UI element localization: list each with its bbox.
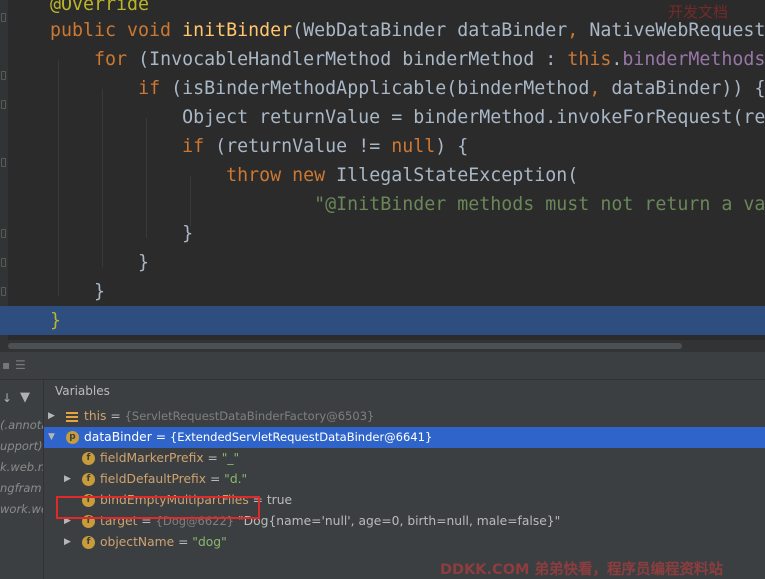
code-line[interactable]: if (returnValue != null) { — [0, 132, 765, 161]
code-line[interactable]: throw new IllegalStateException( — [0, 161, 765, 190]
highlight-annotation-box — [56, 496, 260, 519]
frame-item[interactable]: ngfram — [0, 481, 42, 495]
collapse-arrow-icon[interactable]: ▼ — [48, 427, 55, 448]
object-list-icon — [66, 410, 78, 423]
dropdown-icon[interactable]: ↓ — [2, 391, 12, 405]
code-line[interactable]: } — [0, 248, 765, 277]
variable-row[interactable]: ▶ f objectName = "dog" — [44, 532, 765, 553]
variable-name: dataBinder — [84, 430, 152, 444]
code-token: initBinder — [182, 20, 293, 41]
variable-type: {ExtendedServletRequestDataBinder@6641} — [169, 430, 433, 444]
variable-value: "Dog{name='null', age=0, birth=null, mal… — [234, 514, 561, 528]
code-line[interactable]: public void initBinder(WebDataBinder dat… — [0, 16, 765, 45]
variables-panel[interactable]: Variables ▶ this = {ServletRequestDataBin… — [44, 380, 765, 579]
variable-name: fieldDefaultPrefix — [100, 472, 207, 486]
stop-icon[interactable]: ▪ — [2, 358, 10, 372]
frames-panel[interactable]: ↓ ▼ (.annota upport) k.web.n ngfram work.we — [0, 380, 44, 579]
variable-equals: = — [206, 472, 225, 486]
variable-equals: = — [151, 430, 170, 444]
frame-item[interactable]: (.annota — [0, 418, 43, 432]
frame-item[interactable]: k.web.n — [0, 460, 43, 474]
editor-horizontal-scrollbar[interactable] — [0, 340, 765, 352]
code-line[interactable]: Object returnValue = binderMethod.invoke… — [0, 103, 765, 132]
variable-row[interactable]: f fieldMarkerPrefix = "_" — [44, 448, 765, 469]
variable-type: {ServletRequestDataBinderFactory@6503} — [124, 409, 375, 423]
variable-row[interactable]: ▶ f fieldDefaultPrefix = "d." — [44, 469, 765, 490]
variable-text: fieldDefaultPrefix = "d." — [100, 469, 247, 490]
variable-row[interactable]: ▼ p dataBinder = {ExtendedServletRequestDa… — [44, 427, 765, 448]
code-token: IllegalStateException( — [336, 165, 579, 186]
variable-text: fieldMarkerPrefix = "_" — [100, 448, 239, 469]
code-token: "@InitBinder methods must not return a v… — [314, 194, 765, 215]
code-token: (returnValue != — [215, 136, 392, 157]
code-token: if — [138, 78, 172, 99]
expand-arrow-icon[interactable]: ▶ — [48, 406, 55, 427]
variable-name: objectName — [100, 535, 175, 549]
variables-header: Variables — [55, 384, 110, 398]
code-line[interactable]: if (isBinderMethodApplicable(binderMetho… — [0, 74, 765, 103]
code-token: throw new — [226, 165, 337, 186]
watermark-top: 开发文档 — [668, 3, 729, 21]
code-token: } — [50, 281, 106, 302]
variable-text: objectName = "dog" — [100, 532, 227, 553]
code-token: , — [589, 78, 612, 99]
code-token: dataBinder)) { — [611, 78, 765, 99]
code-token: . — [611, 49, 623, 70]
field-icon: f — [82, 473, 95, 486]
variable-name: this — [84, 409, 107, 423]
variable-value: "dog" — [192, 535, 227, 549]
variable-text: dataBinder = {ExtendedServletRequestData… — [84, 427, 432, 448]
code-line[interactable]: } — [0, 219, 765, 248]
variable-equals: = — [106, 409, 125, 423]
code-line[interactable]: for (InvocableHandlerMethod binderMethod… — [0, 45, 765, 74]
expand-arrow-icon[interactable]: ▶ — [64, 532, 71, 553]
code-token: public void — [50, 20, 183, 41]
variable-equals: = — [203, 451, 222, 465]
variable-row[interactable]: ▶ this = {ServletRequestDataBinderFactory… — [44, 406, 765, 427]
frame-item[interactable]: work.we — [0, 502, 43, 516]
variable-value: "_" — [221, 451, 240, 465]
code-token: Object returnValue = binderMethod.invoke… — [50, 107, 765, 128]
debugger-toolbar: ▪ ☰ — [0, 352, 765, 380]
code-token: , — [567, 20, 590, 41]
variable-equals: = — [174, 535, 193, 549]
variable-text: this = {ServletRequestDataBinderFactory@… — [84, 406, 374, 427]
variable-value: true — [266, 493, 293, 507]
code-line[interactable]: "@InitBinder methods must not return a v… — [0, 190, 765, 219]
parameter-icon: p — [66, 431, 79, 444]
code-token: for — [94, 49, 139, 70]
code-token: (InvocableHandlerMethod binderMethod : — [138, 49, 568, 70]
debugger-panel: ▪ ☰ ↓ ▼ (.annota upport) k.web.n ngfram work… — [0, 352, 765, 579]
code-token: } — [50, 310, 62, 331]
watermark-bottom: DDKK.COM 弟弟快看，程序员编程资料站 — [440, 562, 723, 578]
expand-arrow-icon[interactable]: ▶ — [64, 469, 71, 490]
field-icon: f — [82, 452, 95, 465]
frame-item[interactable]: upport) — [0, 439, 43, 453]
code-token: NativeWebRequest — [589, 20, 765, 41]
code-token: (WebDataBinder dataBinder — [292, 20, 568, 41]
code-token: } — [50, 223, 194, 244]
variable-name: fieldMarkerPrefix — [100, 451, 204, 465]
code-token: binderMethods — [622, 49, 765, 70]
code-token: this — [567, 49, 612, 70]
code-token: null — [391, 136, 436, 157]
restore-layout-icon[interactable]: ☰ — [15, 358, 26, 372]
code-token: (isBinderMethodApplicable(binderMethod — [171, 78, 590, 99]
code-line[interactable]: } — [0, 306, 765, 335]
code-token: } — [50, 252, 150, 273]
variable-value: "d." — [224, 472, 248, 486]
code-line[interactable]: } — [0, 277, 765, 306]
field-icon: f — [82, 536, 95, 549]
code-token: @Override — [50, 0, 150, 15]
scrollbar-thumb[interactable] — [8, 343, 682, 349]
code-editor[interactable]: @Override public void initBinder(WebDataB… — [0, 0, 765, 340]
code-token: ) { — [435, 136, 469, 157]
filter-icon[interactable]: ▼ — [20, 390, 30, 405]
code-token: if — [182, 136, 216, 157]
